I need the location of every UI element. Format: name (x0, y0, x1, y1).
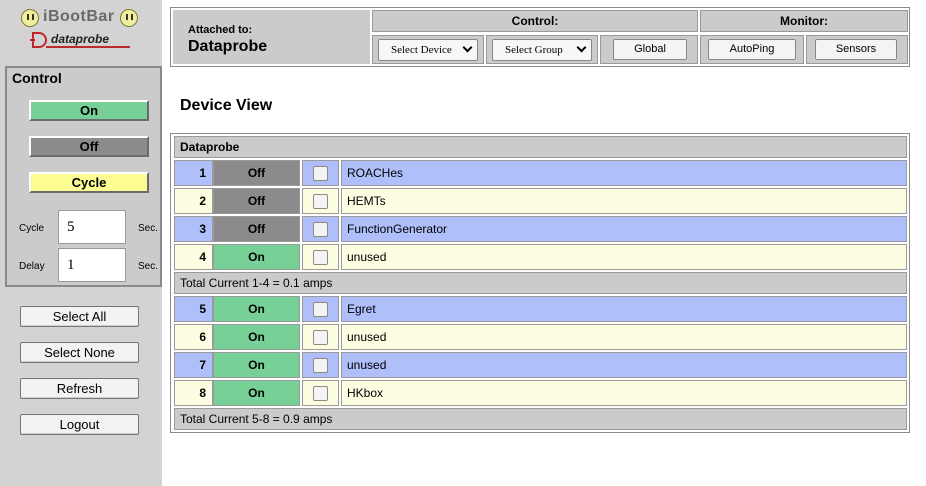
attached-to-panel: Attached to: Dataprobe (173, 10, 370, 64)
logo-underline (46, 46, 130, 48)
outlet-checkbox[interactable] (313, 330, 328, 345)
outlet-checkbox-cell (302, 244, 339, 270)
outlet-checkbox-cell (302, 296, 339, 322)
autoping-cell: AutoPing (700, 35, 804, 64)
outlet-checkbox-cell (302, 352, 339, 378)
logo-product-name: iBootBar (43, 8, 115, 25)
outlet-name: HEMTs (341, 188, 907, 214)
table-row: 5 On Egret (174, 296, 907, 322)
outlet-checkbox-cell (302, 216, 339, 242)
outlet-state-button[interactable]: On (213, 380, 300, 406)
top-header: Attached to: Dataprobe Control: Monitor:… (170, 7, 910, 67)
select-device-dropdown[interactable]: Select Device (378, 39, 478, 61)
sidebar: iBootBar dataprobe Control On Off Cycle … (0, 0, 162, 486)
control-panel: Control On Off Cycle Cycle Sec. Delay Se… (5, 66, 162, 287)
outlet-number: 8 (174, 380, 213, 406)
autoping-button[interactable]: AutoPing (708, 39, 796, 60)
outlet-name: Egret (341, 296, 907, 322)
global-cell: Global (600, 35, 698, 64)
logo: iBootBar dataprobe (0, 0, 162, 62)
outlet-number: 4 (174, 244, 213, 270)
control-section-title: Control: (372, 10, 698, 32)
cycle-unit-label: Sec. (138, 223, 159, 234)
total-current-row: Total Current 5-8 = 0.9 amps (174, 408, 907, 430)
device-table: Dataprobe 1 Off ROACHes 2 Off HEMTs 3 Of… (170, 133, 910, 433)
attached-to-value: Dataprobe (188, 38, 268, 55)
outlet-name: HKbox (341, 380, 907, 406)
outlet-state-button[interactable]: On (213, 244, 300, 270)
table-row: 6 On unused (174, 324, 907, 350)
outlet-number: 6 (174, 324, 213, 350)
refresh-button[interactable]: Refresh (20, 378, 139, 399)
delay-seconds-input[interactable] (58, 248, 126, 282)
table-row: 2 Off HEMTs (174, 188, 907, 214)
chevron-down-icon (462, 42, 473, 53)
attached-to-label: Attached to: (188, 24, 253, 36)
outlet-state-button[interactable]: On (213, 324, 300, 350)
logout-button[interactable]: Logout (20, 414, 139, 435)
global-button[interactable]: Global (613, 39, 687, 60)
page-title: Device View (180, 97, 273, 114)
table-row: 3 Off FunctionGenerator (174, 216, 907, 242)
sensors-button[interactable]: Sensors (815, 39, 897, 60)
select-device-label: Select Device (391, 44, 452, 56)
outlet-checkbox-cell (302, 188, 339, 214)
plug-face-icon (120, 9, 138, 27)
table-row: 1 Off ROACHes (174, 160, 907, 186)
outlet-checkbox[interactable] (313, 250, 328, 265)
outlet-number: 3 (174, 216, 213, 242)
select-device-cell: Select Device (372, 35, 484, 64)
logo-brand-name: dataprobe (51, 32, 110, 46)
outlet-checkbox[interactable] (313, 166, 328, 181)
power-cycle-button[interactable]: Cycle (29, 172, 149, 193)
table-row: 8 On HKbox (174, 380, 907, 406)
outlet-number: 5 (174, 296, 213, 322)
outlet-checkbox[interactable] (313, 386, 328, 401)
outlet-checkbox[interactable] (313, 358, 328, 373)
outlet-name: FunctionGenerator (341, 216, 907, 242)
cycle-seconds-input[interactable] (58, 210, 126, 244)
plug-face-icon (21, 9, 39, 27)
sensors-cell: Sensors (806, 35, 908, 64)
select-group-dropdown[interactable]: Select Group (492, 39, 592, 61)
outlet-number: 2 (174, 188, 213, 214)
outlet-number: 1 (174, 160, 213, 186)
control-panel-title: Control (12, 70, 62, 86)
total-current-row: Total Current 1-4 = 0.1 amps (174, 272, 907, 294)
group-title: Dataprobe (174, 136, 907, 158)
outlet-state-button[interactable]: Off (213, 160, 300, 186)
chevron-down-icon (576, 42, 587, 53)
outlet-name: ROACHes (341, 160, 907, 186)
outlet-checkbox-cell (302, 380, 339, 406)
monitor-section-title: Monitor: (700, 10, 908, 32)
cycle-field-label: Cycle (19, 223, 45, 234)
outlet-state-button[interactable]: On (213, 352, 300, 378)
delay-field-label: Delay (19, 261, 45, 272)
outlet-checkbox-cell (302, 324, 339, 350)
select-all-button[interactable]: Select All (20, 306, 139, 327)
outlet-checkbox[interactable] (313, 302, 328, 317)
outlet-state-button[interactable]: Off (213, 216, 300, 242)
select-none-button[interactable]: Select None (20, 342, 139, 363)
select-group-label: Select Group (505, 44, 563, 56)
outlet-name: unused (341, 352, 907, 378)
outlet-state-button[interactable]: Off (213, 188, 300, 214)
outlet-number: 7 (174, 352, 213, 378)
outlet-checkbox-cell (302, 160, 339, 186)
outlet-state-button[interactable]: On (213, 296, 300, 322)
power-off-button[interactable]: Off (29, 136, 149, 157)
delay-unit-label: Sec. (138, 261, 159, 272)
select-group-cell: Select Group (486, 35, 598, 64)
outlet-name: unused (341, 324, 907, 350)
outlet-name: unused (341, 244, 907, 270)
outlet-checkbox[interactable] (313, 222, 328, 237)
table-row: 7 On unused (174, 352, 907, 378)
outlet-checkbox[interactable] (313, 194, 328, 209)
power-on-button[interactable]: On (29, 100, 149, 121)
table-row: 4 On unused (174, 244, 907, 270)
